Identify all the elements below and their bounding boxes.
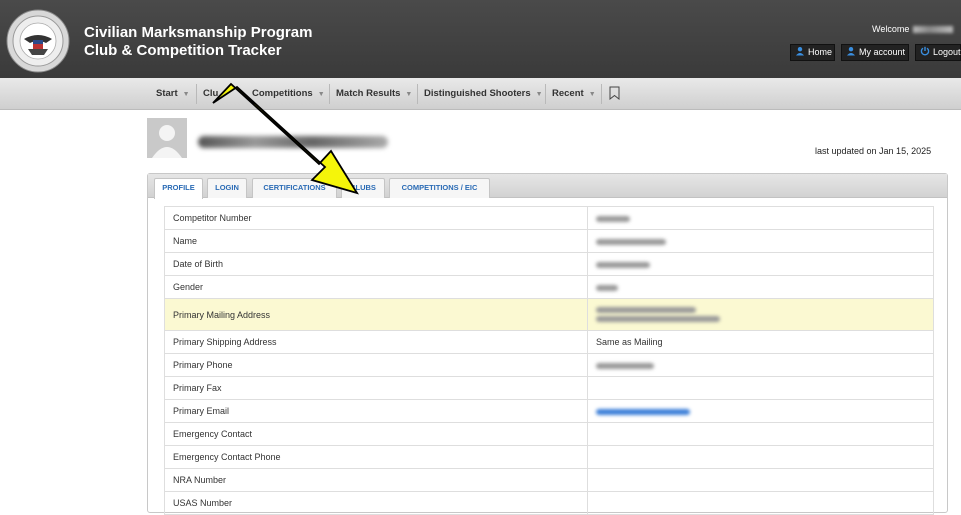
tab-bar: PROFILE LOGIN CERTIFICATIONS CLUBS COMPE…	[148, 174, 947, 199]
table-row: Competitor Number	[164, 206, 934, 230]
chevron-down-icon: ▼	[535, 91, 543, 98]
chevron-down-icon: ▼	[182, 91, 190, 98]
tab-competitions-eic[interactable]: COMPETITIONS / EIC	[389, 178, 490, 198]
redacted-value	[596, 284, 618, 291]
row-value	[587, 491, 934, 515]
row-label: Competitor Number	[164, 206, 588, 230]
redacted-value	[596, 362, 654, 369]
table-row: Gender	[164, 275, 934, 299]
user-icon	[796, 47, 804, 56]
my-account-button-label: My account	[859, 47, 906, 57]
logout-button-label: Logout	[933, 47, 961, 57]
chevron-down-icon: ▼	[588, 91, 596, 98]
nav-start[interactable]: Start ▼	[156, 78, 190, 110]
row-value	[587, 252, 934, 276]
row-label: Gender	[164, 275, 588, 299]
chevron-down-icon: ▼	[405, 91, 413, 98]
nav-competitions[interactable]: Competitions ▼	[252, 78, 325, 110]
table-row: Emergency Contact	[164, 422, 934, 446]
my-account-button[interactable]: My account	[841, 44, 909, 61]
welcome-label: Welcome	[872, 24, 910, 34]
row-label: Emergency Contact	[164, 422, 588, 446]
redacted-value	[596, 215, 630, 222]
row-value	[587, 376, 934, 400]
site-title: Civilian Marksmanship Program	[84, 24, 313, 41]
row-label: Date of Birth	[164, 252, 588, 276]
row-label: Primary Mailing Address	[164, 298, 588, 331]
nav-divider	[196, 84, 197, 104]
row-value	[587, 422, 934, 446]
row-value	[587, 445, 934, 469]
redacted-email-link[interactable]	[596, 408, 690, 415]
nav-distinguished-shooters-label: Distinguished Shooters	[424, 88, 531, 99]
bookmark-icon[interactable]	[609, 86, 620, 100]
nav-clubs-label: Clu	[203, 88, 219, 99]
tab-clubs[interactable]: CLUBS	[341, 178, 385, 198]
row-label: NRA Number	[164, 468, 588, 492]
main-nav: Start ▼ Clu Competitions ▼ Match Results ▼ …	[0, 78, 961, 110]
redacted-value	[596, 316, 720, 322]
table-row: Primary Fax	[164, 376, 934, 400]
chevron-down-icon: ▼	[317, 91, 325, 98]
table-row-highlighted: Primary Mailing Address	[164, 298, 934, 331]
nav-competitions-label: Competitions	[252, 88, 313, 99]
row-value	[587, 206, 934, 230]
tab-profile[interactable]: PROFILE	[154, 178, 203, 199]
home-button[interactable]: Home	[790, 44, 835, 61]
nav-match-results-label: Match Results	[336, 88, 401, 99]
row-value: Same as Mailing	[587, 330, 934, 354]
tab-certifications[interactable]: CERTIFICATIONS	[252, 178, 337, 198]
site-header: Civilian Marksmanship Program Club & Com…	[0, 0, 961, 78]
row-label: Primary Email	[164, 399, 588, 423]
last-updated: last updated on Jan 15, 2025	[815, 146, 932, 156]
welcome-text: Welcome	[872, 24, 954, 34]
redacted-profile-name	[198, 136, 388, 148]
table-row: Primary Phone	[164, 353, 934, 377]
redacted-value	[596, 261, 650, 268]
row-value	[587, 353, 934, 377]
row-value	[587, 229, 934, 253]
row-value	[587, 298, 934, 331]
nav-recent-label: Recent	[552, 88, 584, 99]
nav-clubs[interactable]: Clu	[203, 78, 218, 110]
table-row: Primary Shipping Address Same as Mailing	[164, 330, 934, 354]
nav-divider	[417, 84, 418, 104]
redacted-value	[596, 238, 666, 245]
row-label: Primary Fax	[164, 376, 588, 400]
nav-divider	[545, 84, 546, 104]
row-label: Primary Phone	[164, 353, 588, 377]
table-row: USAS Number	[164, 491, 934, 515]
table-row: Primary Email	[164, 399, 934, 423]
logout-button[interactable]: Logout	[915, 44, 961, 61]
redacted-username	[913, 26, 954, 34]
row-label: Emergency Contact Phone	[164, 445, 588, 469]
table-row: NRA Number	[164, 468, 934, 492]
row-value	[587, 468, 934, 492]
redacted-value	[596, 307, 696, 313]
cmp-logo-icon[interactable]	[6, 9, 70, 73]
nav-distinguished-shooters[interactable]: Distinguished Shooters ▼	[424, 78, 543, 110]
avatar	[147, 118, 187, 158]
nav-start-label: Start	[156, 88, 178, 99]
nav-divider	[329, 84, 330, 104]
nav-recent[interactable]: Recent ▼	[552, 78, 596, 110]
row-label: USAS Number	[164, 491, 588, 515]
row-label: Name	[164, 229, 588, 253]
nav-match-results[interactable]: Match Results ▼	[336, 78, 412, 110]
row-value[interactable]	[587, 399, 934, 423]
site-subtitle: Club & Competition Tracker	[84, 42, 282, 59]
user-silhouette-icon	[147, 118, 187, 158]
user-icon	[847, 47, 855, 56]
row-value	[587, 275, 934, 299]
table-row: Emergency Contact Phone	[164, 445, 934, 469]
row-label: Primary Shipping Address	[164, 330, 588, 354]
table-row: Date of Birth	[164, 252, 934, 276]
profile-table: Competitor Number Name Date of Birth Gen…	[164, 206, 934, 515]
nav-divider	[601, 84, 602, 104]
home-button-label: Home	[808, 47, 833, 57]
table-row: Name	[164, 229, 934, 253]
power-icon	[920, 46, 930, 56]
tab-login[interactable]: LOGIN	[207, 178, 247, 198]
